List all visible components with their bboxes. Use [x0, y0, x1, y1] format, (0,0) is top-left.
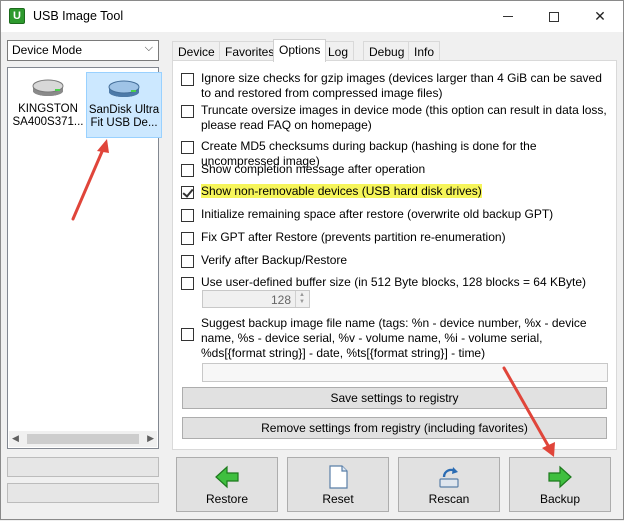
checkbox[interactable] — [181, 73, 194, 86]
device-list[interactable]: KINGSTON SA400S371... SanDisk Ultra Fit … — [7, 67, 162, 449]
progress-bar — [7, 457, 159, 477]
option-suggest-file-name[interactable]: Suggest backup image file name (tags: %n… — [181, 316, 609, 361]
chevron-down-icon: ⌵ — [144, 42, 153, 54]
arrow-left-icon — [215, 465, 239, 489]
option-label: Truncate oversize images in device mode … — [201, 103, 607, 132]
close-button[interactable]: ✕ — [577, 1, 623, 32]
mode-select[interactable]: Device Mode ⌵ — [7, 40, 159, 61]
options-panel: Ignore size checks for gzip images (devi… — [172, 60, 617, 450]
tab-log[interactable]: Log — [322, 41, 355, 61]
option-label: Suggest backup image file name (tags: %n… — [201, 316, 587, 360]
scroll-thumb[interactable] — [27, 434, 139, 444]
option-show-non-removable[interactable]: Show non-removable devices (USB hard dis… — [181, 184, 482, 199]
checkbox[interactable] — [181, 232, 194, 245]
tab-options[interactable]: Options — [273, 39, 327, 62]
chevron-down-icon[interactable]: ▼ — [299, 299, 305, 305]
window-title: USB Image Tool — [33, 9, 124, 23]
checkbox[interactable] — [181, 141, 194, 154]
option-label: Show completion message after operation — [201, 162, 426, 176]
option-label-highlighted: Show non-removable devices (USB hard dis… — [201, 184, 482, 198]
file-name-pattern-input[interactable] — [202, 363, 608, 382]
option-label: Initialize remaining space after restore… — [201, 207, 554, 221]
backup-label: Backup — [539, 492, 581, 506]
option-initialize-remaining[interactable]: Initialize remaining space after restore… — [181, 207, 609, 222]
buffer-size-value: 128 — [270, 293, 291, 307]
option-label: Ignore size checks for gzip images (devi… — [201, 71, 602, 100]
checkbox[interactable] — [181, 328, 194, 341]
maximize-button[interactable] — [531, 1, 577, 32]
option-ignore-size-checks[interactable]: Ignore size checks for gzip images (devi… — [181, 71, 609, 101]
buffer-size-stepper[interactable]: 128 ▲ ▼ — [202, 290, 310, 308]
checkbox-checked[interactable] — [181, 186, 194, 199]
backup-button[interactable]: Backup — [509, 457, 611, 512]
device-item-sandisk[interactable]: SanDisk Ultra Fit USB De... — [86, 72, 162, 138]
tab-device[interactable]: Device — [172, 41, 221, 61]
minimize-button[interactable] — [485, 1, 531, 32]
checkbox[interactable] — [181, 164, 194, 177]
app-icon: U — [9, 8, 25, 24]
title-bar: U USB Image Tool ✕ — [1, 1, 623, 32]
scroll-right-icon[interactable]: ▶ — [147, 433, 154, 444]
arrow-right-icon — [548, 465, 572, 489]
maximize-icon — [549, 11, 559, 22]
device-name-line2: Fit USB De... — [90, 117, 158, 129]
horizontal-scrollbar[interactable]: ◀ ▶ — [9, 431, 157, 447]
option-verify[interactable]: Verify after Backup/Restore — [181, 253, 609, 268]
chevron-up-icon[interactable]: ▲ — [299, 292, 305, 298]
option-truncate-oversize[interactable]: Truncate oversize images in device mode … — [181, 103, 609, 133]
reset-button[interactable]: Reset — [287, 457, 389, 512]
checkbox[interactable] — [181, 105, 194, 118]
checkbox[interactable] — [181, 209, 194, 222]
save-settings-button[interactable]: Save settings to registry — [182, 387, 607, 409]
mode-select-value: Device Mode — [12, 43, 83, 57]
refresh-icon — [439, 467, 459, 488]
restore-label: Restore — [205, 492, 249, 506]
tab-info[interactable]: Info — [408, 41, 441, 61]
option-user-buffer-size[interactable]: Use user-defined buffer size (in 512 Byt… — [181, 275, 609, 290]
remove-settings-button[interactable]: Remove settings from registry (including… — [182, 417, 607, 439]
device-name-line1: KINGSTON — [18, 103, 78, 115]
status-bar — [7, 483, 159, 503]
device-name-line1: SanDisk Ultra — [88, 104, 160, 116]
tab-debug[interactable]: Debug — [363, 41, 411, 61]
tab-favorites[interactable]: Favorites — [219, 41, 281, 61]
device-name-line2: SA400S371... — [12, 116, 84, 128]
option-completion-message[interactable]: Show completion message after operation — [181, 162, 609, 177]
minimize-icon — [503, 16, 513, 17]
hard-drive-icon — [32, 79, 64, 96]
restore-button[interactable]: Restore — [176, 457, 278, 512]
reset-label: Reset — [322, 492, 354, 506]
stepper-buttons[interactable]: ▲ ▼ — [295, 291, 309, 307]
usb-drive-icon — [108, 80, 140, 97]
option-label: Verify after Backup/Restore — [201, 253, 348, 267]
device-item-kingston[interactable]: KINGSTON SA400S371... — [10, 72, 86, 138]
option-label: Show non-removable devices (USB hard dis… — [201, 184, 482, 199]
close-icon: ✕ — [594, 8, 606, 24]
scroll-left-icon[interactable]: ◀ — [12, 433, 19, 444]
option-label: Use user-defined buffer size (in 512 Byt… — [201, 275, 586, 289]
option-fix-gpt[interactable]: Fix GPT after Restore (prevents partitio… — [181, 230, 609, 245]
rescan-button[interactable]: Rescan — [398, 457, 500, 512]
checkbox[interactable] — [181, 277, 194, 290]
rescan-label: Rescan — [428, 492, 470, 506]
document-icon — [329, 465, 348, 489]
checkbox[interactable] — [181, 255, 194, 268]
option-label: Fix GPT after Restore (prevents partitio… — [201, 230, 506, 244]
app-window: U USB Image Tool ✕ Device Mode ⌵ KINGSTO… — [0, 0, 624, 520]
